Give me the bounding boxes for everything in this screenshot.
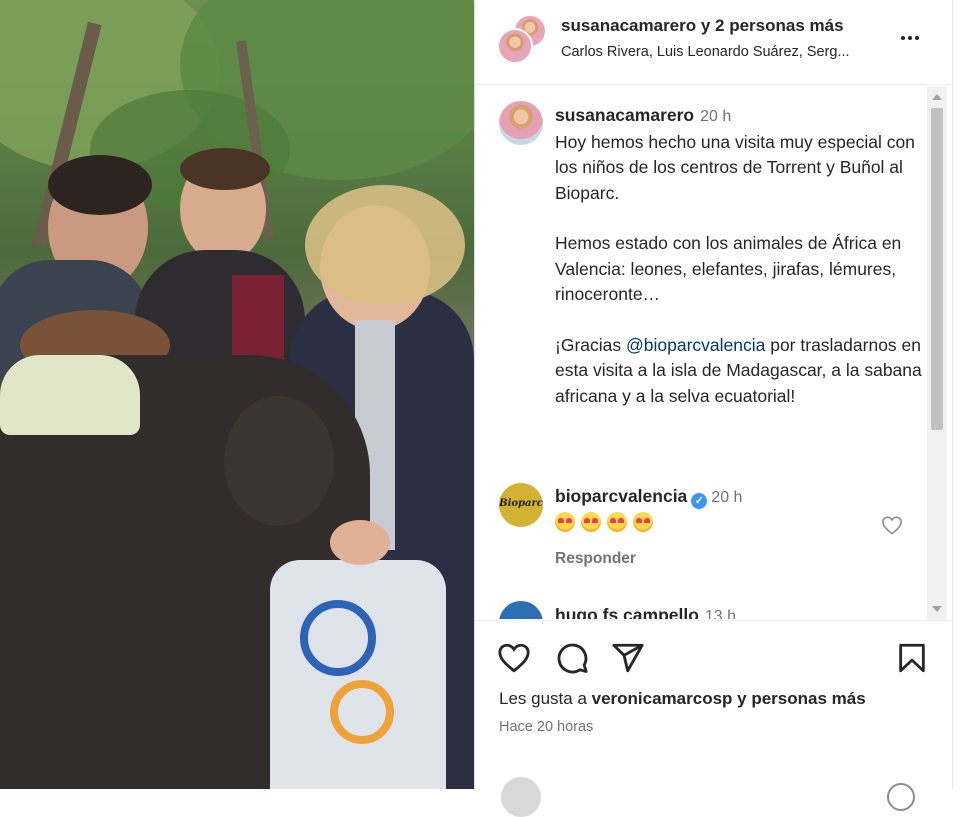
post-photo[interactable]: [0, 0, 474, 789]
more-icon[interactable]: [895, 24, 925, 52]
header-title[interactable]: susanacamarero y 2 personas más: [561, 16, 844, 36]
mention-link[interactable]: @bioparcvalencia: [626, 335, 765, 355]
post-actions-bar: Les gusta a veronicamarcosp y personas m…: [475, 620, 953, 817]
caption-paragraph-2: Hemos estado con los animales de África …: [555, 233, 902, 304]
comment-avatar[interactable]: [499, 601, 543, 619]
verified-icon: ✓: [691, 493, 708, 509]
scrollbar-thumb[interactable]: [931, 108, 943, 430]
photo-person-hood: [0, 355, 140, 435]
post-details-panel: susanacamarero y 2 personas más Carlos R…: [474, 0, 953, 817]
author-avatar[interactable]: [497, 28, 533, 64]
comment-icon[interactable]: [555, 641, 589, 675]
comment-time[interactable]: 20 h: [711, 489, 742, 506]
comment-username[interactable]: bioparcvalencia ✓ 20 h: [555, 486, 742, 509]
comment-avatar-bioparc[interactable]: Bioparc: [499, 483, 543, 527]
reply-button[interactable]: Responder: [555, 550, 636, 568]
photo-hand: [330, 520, 390, 565]
photo-person-hair: [180, 148, 270, 190]
likes-summary[interactable]: Les gusta a veronicamarcosp y personas m…: [499, 689, 866, 709]
heart-icon[interactable]: [497, 641, 531, 675]
heart-eyes-emoji-icon: [555, 512, 575, 533]
header-tagged-people[interactable]: Carlos Rivera, Luis Leonardo Suárez, Ser…: [561, 44, 850, 60]
heart-eyes-emoji-icon: [581, 512, 601, 533]
comments-scrollbar[interactable]: [927, 86, 947, 620]
comments-scroll-area[interactable]: susanacamarero 20 h Hoy hemos hecho una v…: [475, 85, 953, 619]
caption-paragraph-1: Hoy hemos hecho una visita muy especial …: [555, 131, 915, 203]
photo-person-hair: [305, 185, 465, 305]
comment-like-heart-icon[interactable]: [881, 515, 903, 535]
share-icon[interactable]: [611, 641, 645, 675]
scroll-up-arrow-icon[interactable]: [932, 94, 942, 100]
caption-paragraph-3: ¡Gracias @bioparcvalencia por trasladarn…: [555, 334, 922, 406]
emoji-picker-icon[interactable]: [887, 783, 915, 811]
current-user-avatar: [501, 777, 541, 817]
scroll-down-arrow-icon[interactable]: [932, 606, 942, 612]
bookmark-icon[interactable]: [895, 641, 929, 675]
photo-person-head: [224, 396, 334, 526]
photo-shirt-print: [330, 680, 394, 744]
heart-eyes-emoji-icon: [633, 512, 653, 533]
photo-person-shirt: [270, 560, 446, 789]
post-header: susanacamarero y 2 personas más Carlos R…: [475, 0, 953, 85]
caption-username[interactable]: susanacamarero: [555, 105, 694, 125]
heart-eyes-emoji-icon: [607, 512, 627, 533]
post-timestamp[interactable]: Hace 20 horas: [499, 719, 593, 735]
comment-username[interactable]: hugo fs campello 13 h: [555, 605, 736, 619]
window-edge: [952, 0, 980, 789]
liker-username[interactable]: veronicamarcosp: [592, 689, 733, 708]
caption-time[interactable]: 20 h: [700, 108, 731, 125]
photo-shirt-print: [300, 600, 376, 676]
caption-author-avatar[interactable]: [499, 101, 543, 145]
comment-text: [555, 511, 659, 533]
post-caption: susanacamarero 20 h Hoy hemos hecho una v…: [555, 103, 925, 409]
photo-person-hair: [48, 155, 152, 215]
